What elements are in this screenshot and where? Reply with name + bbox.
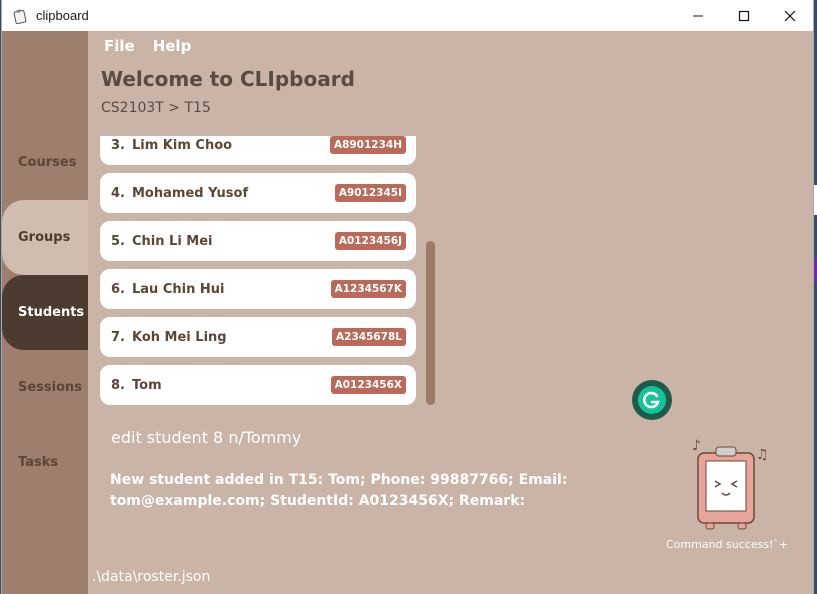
grammarly-button[interactable] bbox=[632, 380, 672, 420]
mascot-caption: Command success!`+ bbox=[666, 538, 789, 551]
list-scrollbar[interactable] bbox=[426, 241, 435, 405]
clipboard-app-icon bbox=[13, 8, 27, 24]
svg-text:♫: ♫ bbox=[756, 447, 769, 463]
sidebar-item-courses[interactable]: Courses bbox=[2, 125, 88, 200]
minimize-button[interactable] bbox=[675, 0, 721, 31]
student-name: Mohamed Yusof bbox=[132, 185, 249, 201]
close-icon bbox=[784, 10, 796, 21]
sidebar-item-label: Groups bbox=[18, 230, 71, 245]
menu-help[interactable]: Help bbox=[153, 37, 192, 55]
student-name: Chin Li Mei bbox=[132, 233, 213, 249]
student-card[interactable]: 7. Koh Mei Ling A2345678L bbox=[100, 317, 416, 357]
student-list[interactable]: 3. Lim Kim Choo A8901234H 4. Mohamed Yus… bbox=[100, 136, 420, 412]
student-card[interactable]: 8. Tom A0123456X bbox=[100, 365, 416, 405]
student-name: Tom bbox=[132, 377, 162, 393]
student-id-badge: A8901234H bbox=[329, 136, 406, 154]
command-input[interactable]: edit student 8 n/Tommy bbox=[111, 428, 301, 447]
close-button[interactable] bbox=[767, 0, 813, 31]
student-id-badge: A0123456J bbox=[334, 232, 406, 250]
maximize-button[interactable] bbox=[721, 0, 767, 31]
sidebar-item-label: Sessions bbox=[18, 380, 83, 395]
student-name: Lau Chin Hui bbox=[132, 281, 225, 297]
sidebar-item-groups[interactable]: Groups bbox=[2, 200, 88, 275]
desktop-background-strip bbox=[813, 185, 817, 215]
page-title: Welcome to CLIpboard bbox=[101, 67, 355, 91]
app-window: clipboard Courses Groups Students Sessio… bbox=[2, 0, 813, 594]
student-index: 7. bbox=[111, 329, 125, 345]
student-card[interactable]: 4. Mohamed Yusof A9012345I bbox=[100, 173, 416, 213]
minimize-icon bbox=[693, 15, 703, 16]
student-index: 4. bbox=[111, 185, 125, 201]
menu-bar: File Help bbox=[104, 37, 191, 55]
sidebar-item-students[interactable]: Students bbox=[2, 275, 88, 350]
student-index: 5. bbox=[111, 233, 125, 249]
student-id-badge: A9012345I bbox=[334, 184, 406, 202]
student-name: Lim Kim Choo bbox=[132, 137, 233, 153]
student-index: 3. bbox=[111, 137, 125, 153]
title-bar[interactable]: clipboard bbox=[2, 0, 813, 31]
student-id-badge: A0123456X bbox=[330, 376, 406, 394]
sidebar-item-tasks[interactable]: Tasks bbox=[2, 425, 88, 500]
sidebar-item-label: Courses bbox=[18, 155, 77, 170]
sidebar-item-label: Tasks bbox=[18, 455, 59, 470]
sidebar-item-label: Students bbox=[18, 305, 85, 320]
desktop-background-strip bbox=[813, 258, 817, 282]
clipboard-mascot-icon: ♪ ♫ bbox=[692, 438, 769, 530]
student-id-badge: A1234567K bbox=[330, 280, 406, 298]
grammarly-g-icon bbox=[638, 386, 666, 414]
storage-path: .\data\roster.json bbox=[92, 569, 211, 585]
menu-file[interactable]: File bbox=[104, 37, 135, 55]
sidebar-item-sessions[interactable]: Sessions bbox=[2, 350, 88, 425]
breadcrumb: CS2103T > T15 bbox=[101, 100, 211, 116]
student-index: 6. bbox=[111, 281, 125, 297]
maximize-icon bbox=[738, 10, 750, 21]
student-card[interactable]: 6. Lau Chin Hui A1234567K bbox=[100, 269, 416, 309]
student-card[interactable]: 5. Chin Li Mei A0123456J bbox=[100, 221, 416, 261]
student-id-badge: A2345678L bbox=[332, 328, 406, 346]
sidebar: Courses Groups Students Sessions Tasks bbox=[2, 31, 88, 594]
svg-text:♪: ♪ bbox=[692, 438, 701, 454]
student-name: Koh Mei Ling bbox=[132, 329, 227, 345]
student-card[interactable]: 3. Lim Kim Choo A8901234H bbox=[100, 136, 416, 165]
window-title: clipboard bbox=[36, 8, 89, 23]
student-index: 8. bbox=[111, 377, 125, 393]
result-message: New student added in T15: Tom; Phone: 99… bbox=[110, 472, 568, 509]
